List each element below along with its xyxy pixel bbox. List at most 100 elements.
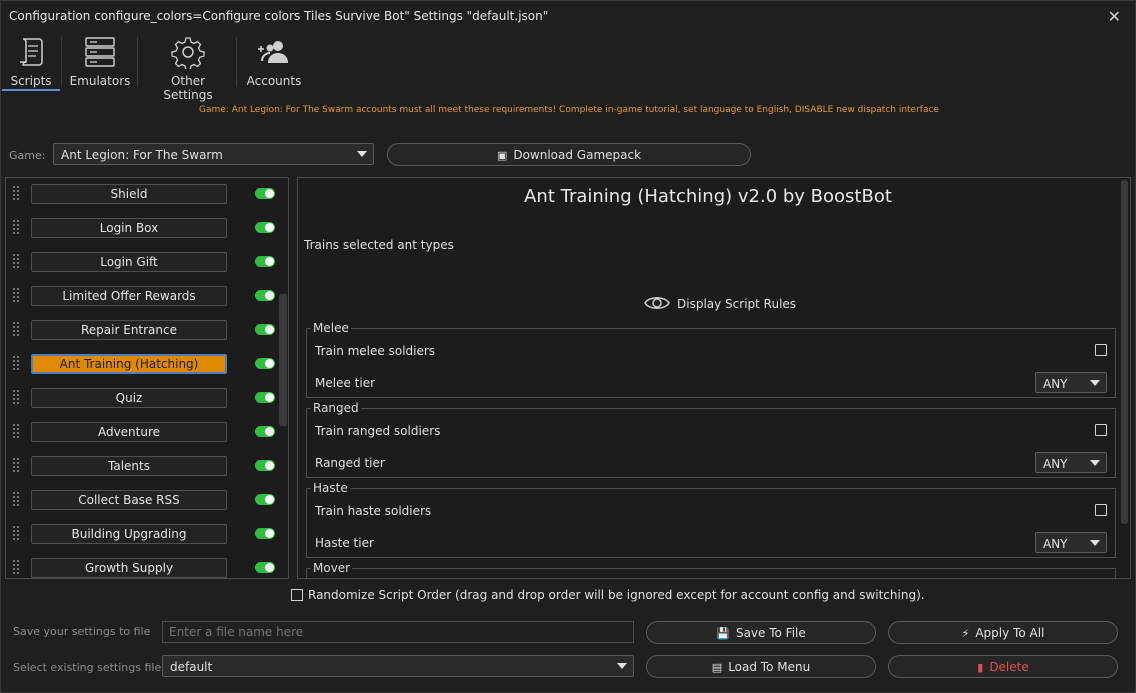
haste-tier-select[interactable]: ANY [1035, 532, 1107, 553]
train-melee-checkbox[interactable] [1095, 344, 1107, 356]
script-enable-toggle[interactable] [255, 188, 275, 199]
tab-emulators-label: Emulators [69, 74, 131, 88]
game-select-value: Ant Legion: For The Swarm [61, 148, 223, 162]
script-description: Trains selected ant types [304, 238, 454, 252]
script-button[interactable]: Talents [31, 456, 227, 476]
script-enable-toggle[interactable] [255, 222, 275, 233]
drag-handle-icon[interactable] [12, 457, 20, 473]
add-users-icon [258, 41, 288, 63]
game-requirements-notice: Game: Ant Legion: For The Swarm accounts… [199, 105, 939, 115]
toolbar-divider [137, 37, 138, 87]
drag-handle-icon[interactable] [12, 491, 20, 507]
drag-handle-icon[interactable] [12, 559, 20, 575]
detail-scroll-thumb[interactable] [1121, 180, 1128, 524]
save-to-file-label: Save To File [735, 626, 806, 640]
drag-handle-icon[interactable] [12, 355, 20, 371]
apply-to-all-label: Apply To All [975, 626, 1045, 640]
script-item[interactable]: Repair Entrance [6, 318, 276, 342]
script-item[interactable]: Quiz [6, 386, 276, 410]
script-enable-toggle[interactable] [255, 392, 275, 403]
display-script-rules-button[interactable]: Display Script Rules [644, 293, 796, 316]
load-to-menu-button[interactable]: ▤ Load To Menu [646, 655, 876, 678]
melee-tier-select[interactable]: ANY [1035, 372, 1107, 393]
close-icon[interactable]: ✕ [1108, 7, 1121, 26]
script-enable-toggle[interactable] [255, 324, 275, 335]
script-item[interactable]: Limited Offer Rewards [6, 284, 276, 308]
script-button[interactable]: Building Upgrading [31, 524, 227, 544]
game-select[interactable]: Ant Legion: For The Swarm [53, 143, 374, 165]
inbox-icon: ▤ [711, 661, 723, 674]
melee-group: Melee Train melee soldiers Melee tier AN… [306, 321, 1116, 398]
script-item[interactable]: Login Gift [6, 250, 276, 274]
haste-group: Haste Train haste soldiers Haste tier AN… [306, 481, 1116, 558]
script-enable-toggle[interactable] [255, 494, 275, 505]
window-title: Configuration configure_colors=Configure… [9, 9, 549, 23]
script-button[interactable]: Quiz [31, 388, 227, 408]
script-enable-toggle[interactable] [255, 460, 275, 471]
script-item[interactable]: Talents [6, 454, 276, 478]
script-title: Ant Training (Hatching) v2.0 by BoostBot [524, 186, 892, 207]
drag-handle-icon[interactable] [12, 389, 20, 405]
script-button[interactable]: Login Gift [31, 252, 227, 272]
tier-select-value: ANY [1043, 537, 1068, 551]
script-list-scroll-thumb[interactable] [279, 294, 287, 426]
group-label: Melee [311, 321, 351, 335]
script-item[interactable]: Shield [6, 182, 276, 206]
script-item[interactable]: Building Upgrading [6, 522, 276, 546]
lightning-icon: ⚡ [961, 627, 970, 640]
randomize-order-label: Randomize Script Order (drag and drop or… [308, 588, 925, 602]
script-item[interactable]: Login Box [6, 216, 276, 240]
load-to-menu-label: Load To Menu [728, 660, 811, 674]
script-enable-toggle[interactable] [255, 426, 275, 437]
drag-handle-icon[interactable] [12, 219, 20, 235]
ranged-tier-select[interactable]: ANY [1035, 452, 1107, 473]
toolbar-divider [61, 37, 62, 87]
script-button[interactable]: Adventure [31, 422, 227, 442]
trash-icon: ▮ [977, 661, 984, 674]
drag-handle-icon[interactable] [12, 525, 20, 541]
drag-handle-icon[interactable] [12, 287, 20, 303]
randomize-order-checkbox[interactable] [291, 589, 303, 601]
drag-handle-icon[interactable] [12, 423, 20, 439]
train-label: Train ranged soldiers [315, 424, 441, 438]
game-row: Game: Ant Legion: For The Swarm ▣ Downloa… [1, 143, 1136, 167]
script-button[interactable]: Shield [31, 184, 227, 204]
train-haste-checkbox[interactable] [1095, 504, 1107, 516]
tab-scripts[interactable]: Scripts [2, 33, 60, 91]
script-button[interactable]: Login Box [31, 218, 227, 238]
filename-input[interactable] [162, 621, 634, 643]
train-ranged-checkbox[interactable] [1095, 424, 1107, 436]
tab-emulators[interactable]: Emulators [67, 33, 133, 89]
script-enable-toggle[interactable] [255, 528, 275, 539]
tab-accounts[interactable]: Accounts [243, 33, 305, 89]
drag-handle-icon[interactable] [12, 321, 20, 337]
chevron-down-icon [1090, 380, 1100, 386]
settings-file-select[interactable]: default [162, 655, 634, 677]
script-item[interactable]: Growth Supply [6, 556, 276, 578]
script-enable-toggle[interactable] [255, 562, 275, 573]
script-button[interactable]: Growth Supply [31, 558, 227, 578]
script-button[interactable]: Repair Entrance [31, 320, 227, 340]
game-label: Game: [9, 149, 46, 162]
script-item[interactable]: Adventure [6, 420, 276, 444]
script-item[interactable]: Collect Base RSS [6, 488, 276, 512]
script-enable-toggle[interactable] [255, 290, 275, 301]
script-enable-toggle[interactable] [255, 358, 275, 369]
tier-select-value: ANY [1043, 457, 1068, 471]
ranged-group: Ranged Train ranged soldiers Ranged tier… [306, 401, 1116, 478]
drag-handle-icon[interactable] [12, 253, 20, 269]
script-button[interactable]: Collect Base RSS [31, 490, 227, 510]
download-gamepack-button[interactable]: ▣ Download Gamepack [387, 143, 751, 166]
script-button[interactable]: Ant Training (Hatching) [31, 354, 227, 374]
mover-group: Mover [306, 561, 1116, 578]
tab-other-settings[interactable]: Other Settings [145, 33, 231, 102]
save-to-file-button[interactable]: 💾 Save To File [646, 621, 876, 644]
apply-to-all-button[interactable]: ⚡ Apply To All [888, 621, 1118, 644]
train-label: Train haste soldiers [315, 504, 432, 518]
script-item-selected[interactable]: Ant Training (Hatching) [6, 352, 276, 376]
gear-icon [171, 37, 205, 69]
script-button[interactable]: Limited Offer Rewards [31, 286, 227, 306]
drag-handle-icon[interactable] [12, 185, 20, 201]
delete-button[interactable]: ▮ Delete [888, 655, 1118, 678]
script-enable-toggle[interactable] [255, 256, 275, 267]
